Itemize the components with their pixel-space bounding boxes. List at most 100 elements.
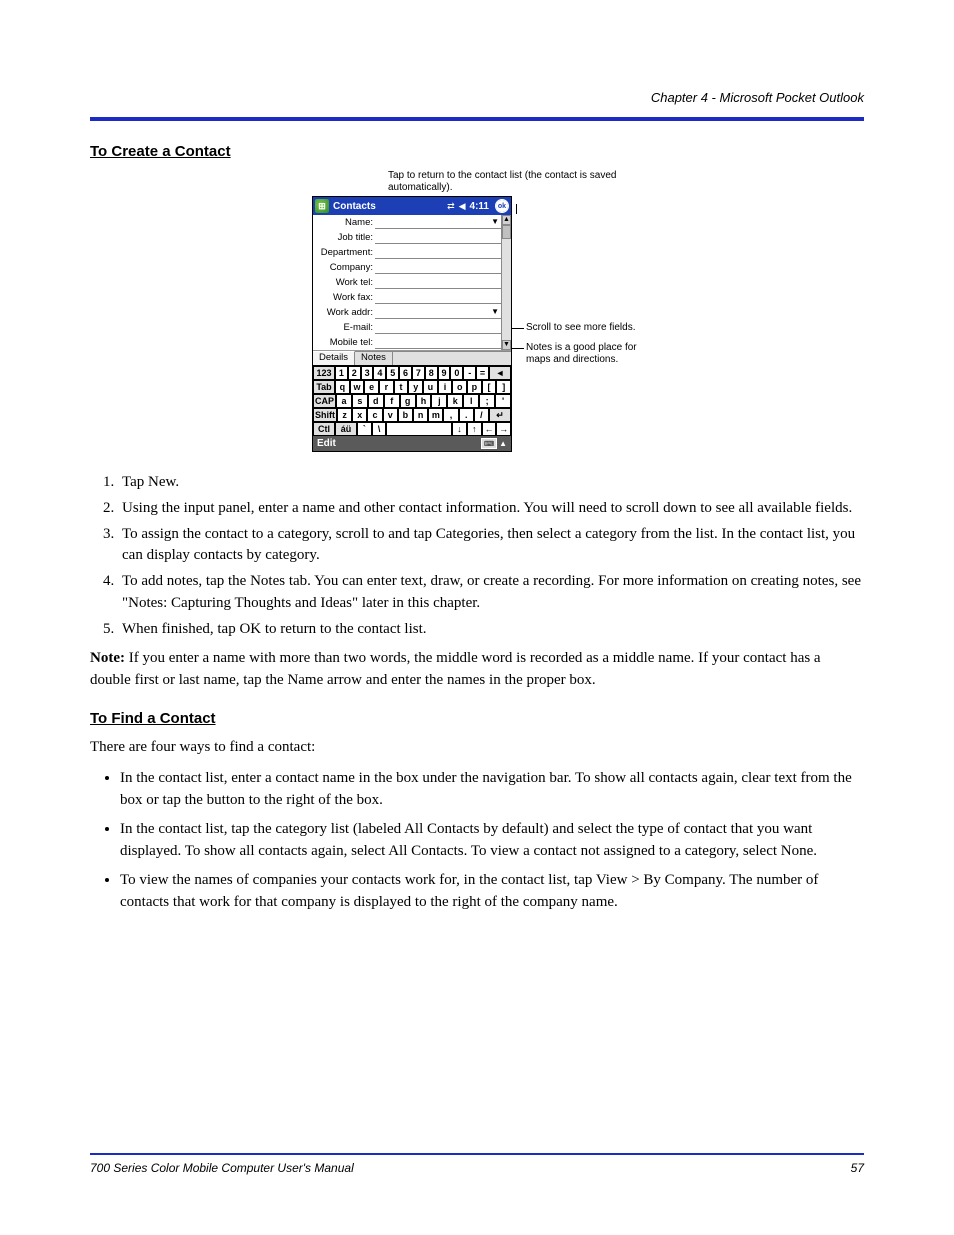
key[interactable]: c <box>367 408 382 422</box>
key[interactable]: [ <box>482 380 497 394</box>
key[interactable]: h <box>416 394 432 408</box>
key[interactable]: ↑ <box>467 422 482 436</box>
field-input-workfax[interactable] <box>375 291 501 304</box>
field-input-email[interactable] <box>375 321 501 334</box>
key[interactable]: 7 <box>412 366 425 380</box>
field-input-mobiletel[interactable] <box>375 336 501 349</box>
find-bullets: In the contact list, enter a contact nam… <box>120 767 864 914</box>
key[interactable]: ↵ <box>489 408 511 422</box>
tab-notes[interactable]: Notes <box>355 352 393 365</box>
scroll-thumb[interactable] <box>502 225 511 239</box>
ok-button[interactable]: ok <box>495 199 509 213</box>
clock[interactable]: 4:11 <box>470 201 489 212</box>
key[interactable]: Shift <box>313 408 337 422</box>
field-input-jobtitle[interactable] <box>375 231 501 244</box>
key[interactable]: , <box>443 408 458 422</box>
key[interactable]: Ctl <box>313 422 335 436</box>
connectivity-icon[interactable]: ⇄ <box>447 201 455 212</box>
field-input-worktel[interactable] <box>375 276 501 289</box>
key[interactable]: u <box>423 380 438 394</box>
form-scrollbar[interactable]: ▲ ▼ <box>501 215 511 350</box>
key[interactable]: 4 <box>373 366 386 380</box>
key[interactable]: k <box>447 394 463 408</box>
field-input-workaddr[interactable]: ▼ <box>375 306 501 319</box>
key[interactable]: → <box>496 422 511 436</box>
key[interactable]: w <box>350 380 365 394</box>
key[interactable]: = <box>476 366 489 380</box>
key[interactable]: q <box>335 380 350 394</box>
field-label-workaddr: Work addr: <box>313 307 375 318</box>
key[interactable]: s <box>352 394 368 408</box>
section-heading-create: To Create a Contact <box>90 143 864 160</box>
key[interactable]: . <box>459 408 474 422</box>
edit-menu[interactable]: Edit <box>317 438 336 449</box>
field-label-company: Company: <box>313 262 375 273</box>
key[interactable]: ◄ <box>489 366 511 380</box>
key[interactable]: 6 <box>399 366 412 380</box>
key[interactable]: 9 <box>438 366 451 380</box>
key[interactable]: 1 <box>335 366 348 380</box>
key[interactable]: b <box>398 408 413 422</box>
key[interactable]: 123 <box>313 366 335 380</box>
keyboard-toggle-icon[interactable]: ⌨ <box>481 438 497 449</box>
field-input-company[interactable] <box>375 261 501 274</box>
command-bar: Edit ⌨ ▲ <box>313 436 511 451</box>
key[interactable]: l <box>463 394 479 408</box>
soft-keyboard[interactable]: 1231234567890-=◄ Tabqwertyuiop[] CAPasdf… <box>313 365 511 436</box>
key[interactable]: o <box>452 380 467 394</box>
scroll-up-icon[interactable]: ▲ <box>502 215 511 225</box>
start-icon[interactable]: ⊞ <box>315 199 329 213</box>
key[interactable]: x <box>352 408 367 422</box>
key[interactable]: Tab <box>313 380 335 394</box>
speaker-icon[interactable]: ◀ <box>459 201 466 212</box>
field-label-name: Name: <box>313 217 375 228</box>
key[interactable]: ; <box>479 394 495 408</box>
section-heading-find: To Find a Contact <box>90 710 864 727</box>
key[interactable]: d <box>368 394 384 408</box>
nav-bar: ⊞ Contacts ⇄ ◀ 4:11 ok <box>313 197 511 215</box>
field-label-department: Department: <box>313 247 375 258</box>
field-label-mobiletel: Mobile tel: <box>313 337 375 348</box>
tab-details[interactable]: Details <box>313 351 355 365</box>
key[interactable]: áü <box>335 422 357 436</box>
key[interactable]: / <box>474 408 489 422</box>
callout-notes: Notes is a good place for maps and direc… <box>526 342 656 366</box>
key[interactable]: 2 <box>348 366 361 380</box>
field-input-name[interactable]: ▼ <box>375 216 501 229</box>
key[interactable]: \ <box>372 422 387 436</box>
key[interactable]: ` <box>357 422 372 436</box>
key[interactable]: m <box>428 408 443 422</box>
key[interactable]: 8 <box>425 366 438 380</box>
key[interactable]: CAP <box>313 394 336 408</box>
key[interactable]: ] <box>496 380 511 394</box>
key[interactable]: 5 <box>386 366 399 380</box>
key[interactable]: n <box>413 408 428 422</box>
key[interactable]: g <box>400 394 416 408</box>
key[interactable]: 0 <box>450 366 463 380</box>
field-label-worktel: Work tel: <box>313 277 375 288</box>
key[interactable]: z <box>337 408 352 422</box>
key[interactable]: ↓ <box>452 422 467 436</box>
key[interactable]: f <box>384 394 400 408</box>
key[interactable]: y <box>408 380 423 394</box>
key[interactable]: ' <box>495 394 511 408</box>
key[interactable]: r <box>379 380 394 394</box>
key[interactable]: ← <box>482 422 497 436</box>
key[interactable]: - <box>463 366 476 380</box>
key[interactable] <box>386 422 452 436</box>
key[interactable]: i <box>438 380 453 394</box>
key[interactable]: a <box>336 394 352 408</box>
tab-bar: Details Notes <box>313 351 511 365</box>
input-selector-icon[interactable]: ▲ <box>499 439 507 448</box>
key[interactable]: j <box>431 394 447 408</box>
key[interactable]: e <box>364 380 379 394</box>
field-input-department[interactable] <box>375 246 501 259</box>
scroll-down-icon[interactable]: ▼ <box>502 340 511 350</box>
key[interactable]: p <box>467 380 482 394</box>
note-paragraph: Note: If you enter a name with more than… <box>90 648 864 692</box>
dropdown-arrow-icon[interactable]: ▼ <box>491 307 499 316</box>
key[interactable]: 3 <box>361 366 374 380</box>
key[interactable]: v <box>383 408 398 422</box>
dropdown-arrow-icon[interactable]: ▼ <box>491 217 499 226</box>
key[interactable]: t <box>394 380 409 394</box>
